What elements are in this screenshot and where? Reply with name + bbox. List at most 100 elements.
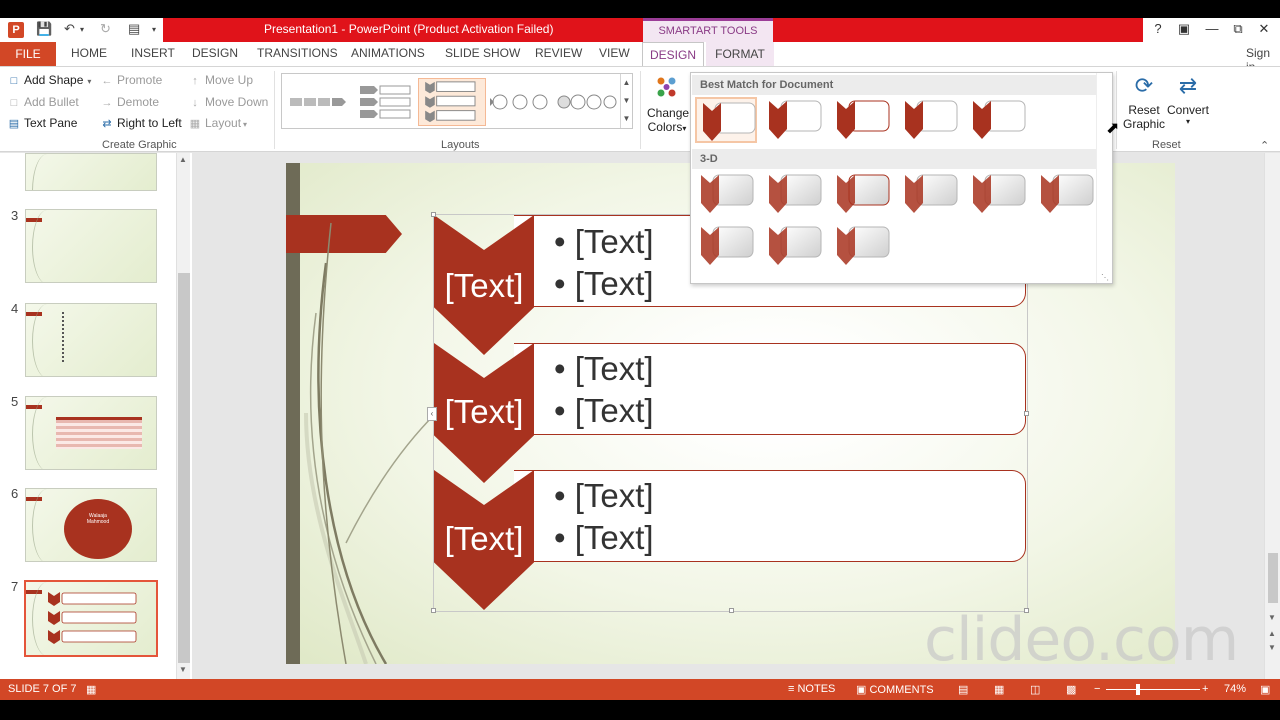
tab-view[interactable]: VIEW (599, 46, 630, 60)
next-slide-icon[interactable]: ▼ (1268, 643, 1276, 652)
close-icon[interactable]: ✕ (1254, 21, 1274, 37)
tab-animations[interactable]: ANIMATIONS (351, 46, 425, 60)
zoom-slider-knob[interactable] (1136, 684, 1140, 695)
minimize-icon[interactable]: — (1202, 21, 1222, 36)
smartart-style-option[interactable] (763, 223, 825, 269)
tab-review[interactable]: REVIEW (535, 46, 582, 60)
smartart-style-option[interactable] (899, 171, 961, 217)
slide-show-icon[interactable]: ▩ (1066, 683, 1076, 696)
smartart-style-option[interactable] (763, 97, 825, 143)
customize-quick-access-icon[interactable]: ▾ (152, 25, 156, 34)
slide-thumbnail-4[interactable] (25, 303, 157, 377)
tab-design[interactable]: DESIGN (192, 46, 238, 60)
tab-smartart-format[interactable]: FORMAT (706, 42, 774, 66)
smartart-style-option[interactable] (695, 97, 757, 143)
ribbon-display-options-icon[interactable]: ▣ (1174, 21, 1194, 37)
smartart-style-option[interactable] (695, 171, 757, 217)
scroll-up-icon[interactable]: ▲ (621, 74, 632, 92)
smartart-bullet[interactable]: • [Text] (554, 519, 654, 557)
slide-thumbnail-6[interactable]: Walaaja Mahmood (25, 488, 157, 562)
previous-slide-icon[interactable]: ▲ (1268, 629, 1276, 638)
smartart-bullet[interactable]: • [Text] (554, 223, 654, 261)
collapse-ribbon-icon[interactable]: ⌃ (1260, 139, 1269, 152)
scroll-thumb[interactable] (1268, 553, 1278, 603)
layout-option-circle-process[interactable] (552, 78, 620, 126)
slide-thumbnail-7[interactable] (24, 580, 158, 657)
slide-thumbnail-2[interactable] (25, 153, 157, 191)
spell-check-icon[interactable]: ▦ (86, 683, 96, 696)
reset-graphic-button[interactable]: ⟳ Reset Graphic (1122, 73, 1166, 131)
slide-thumbnail-3[interactable] (25, 209, 157, 283)
add-bullet-button[interactable]: □ Add Bullet (7, 95, 79, 109)
fit-slide-icon[interactable]: ▣ (1260, 683, 1270, 696)
slide-vertical-scrollbar[interactable]: ▼ ▲ ▼ (1264, 153, 1280, 679)
move-down-button[interactable]: ↓ Move Down (188, 95, 268, 109)
promote-button[interactable]: ← Promote (100, 73, 163, 87)
move-up-button[interactable]: ↑ Move Up (188, 73, 253, 87)
layout-option-vertical-chevron-list[interactable] (418, 78, 486, 126)
smartart-style-option[interactable] (967, 97, 1029, 143)
layout-button[interactable]: ▦ Layout ▾ (188, 116, 247, 130)
demote-button[interactable]: → Demote (100, 95, 160, 109)
start-from-beginning-icon[interactable]: ▤ (128, 21, 140, 37)
more-layouts-icon[interactable]: ▼ (621, 110, 632, 128)
smartart-style-option[interactable] (695, 223, 757, 269)
reading-view-icon[interactable]: ◫ (1030, 683, 1040, 696)
resize-handle[interactable] (431, 212, 436, 217)
normal-view-icon[interactable]: ▤ (958, 683, 968, 696)
convert-button[interactable]: ⇄ Convert ▾ (1166, 73, 1210, 126)
resize-handle[interactable] (431, 608, 436, 613)
right-to-left-button[interactable]: ⇄ Right to Left (100, 116, 181, 130)
layout-option-bullet-chevrons[interactable] (354, 78, 422, 126)
smartart-bullet[interactable]: • [Text] (554, 477, 654, 515)
smartart-style-option[interactable] (831, 171, 893, 217)
comments-button[interactable]: ▣ COMMENTS (856, 683, 934, 696)
tab-insert[interactable]: INSERT (131, 46, 175, 60)
smartart-chevron-label[interactable]: [Text] (434, 393, 534, 431)
smartart-bullet[interactable]: • [Text] (554, 392, 654, 430)
zoom-out-icon[interactable]: − (1094, 683, 1100, 695)
undo-dropdown-icon[interactable]: ▾ (80, 25, 84, 34)
thumbnails-scrollbar[interactable]: ▲ ▼ (176, 153, 190, 679)
layouts-gallery-scroll[interactable]: ▲ ▼ ▼ (620, 74, 632, 128)
add-shape-button[interactable]: □ Add Shape ▾ (7, 73, 92, 87)
help-icon[interactable]: ? (1148, 21, 1168, 36)
tab-transitions[interactable]: TRANSITIONS (257, 46, 338, 60)
redo-icon[interactable]: ↻ (100, 21, 111, 37)
resize-grip-icon[interactable]: ⋱ (1101, 273, 1109, 282)
zoom-level[interactable]: 74% (1224, 683, 1246, 695)
undo-icon[interactable]: ↶ (64, 21, 75, 37)
restore-icon[interactable]: ⧉ (1228, 21, 1248, 37)
resize-handle[interactable] (1024, 411, 1029, 416)
layout-option-chevron-circles[interactable] (486, 78, 554, 126)
slide-thumbnail-5[interactable] (25, 396, 157, 470)
text-pane-button[interactable]: ▤ Text Pane (7, 116, 78, 130)
layout-option-basic-chevron[interactable] (286, 78, 354, 126)
smartart-chevron-label[interactable]: [Text] (434, 267, 534, 305)
smartart-style-option[interactable] (967, 171, 1029, 217)
text-pane-toggle-icon[interactable]: ‹ (427, 407, 437, 421)
smartart-style-option[interactable] (899, 97, 961, 143)
slide-sorter-icon[interactable]: ▦ (994, 683, 1004, 696)
change-colors-button[interactable]: Change Colors▾ (647, 73, 689, 134)
smartart-chevron-label[interactable]: [Text] (434, 520, 534, 558)
smartart-bullet[interactable]: • [Text] (554, 350, 654, 388)
zoom-in-icon[interactable]: + (1202, 683, 1208, 695)
scroll-up-icon[interactable]: ▲ (179, 155, 187, 164)
tab-smartart-design[interactable]: DESIGN (642, 42, 704, 67)
scroll-down-icon[interactable]: ▼ (179, 665, 187, 674)
notes-button[interactable]: ≡ NOTES (788, 683, 835, 695)
scroll-down-icon[interactable]: ▼ (1268, 613, 1276, 622)
zoom-slider[interactable] (1106, 689, 1200, 690)
styles-scrollbar[interactable] (1096, 73, 1112, 283)
save-icon[interactable]: 💾 (36, 21, 52, 37)
resize-handle[interactable] (729, 608, 734, 613)
smartart-style-option[interactable] (763, 171, 825, 217)
scroll-down-icon[interactable]: ▼ (621, 92, 632, 110)
smartart-style-option[interactable] (831, 223, 893, 269)
smartart-style-option[interactable] (831, 97, 893, 143)
tab-file[interactable]: FILE (0, 42, 56, 66)
tab-slide-show[interactable]: SLIDE SHOW (445, 46, 520, 60)
smartart-bullet[interactable]: • [Text] (554, 265, 654, 303)
scroll-thumb[interactable] (178, 273, 190, 663)
